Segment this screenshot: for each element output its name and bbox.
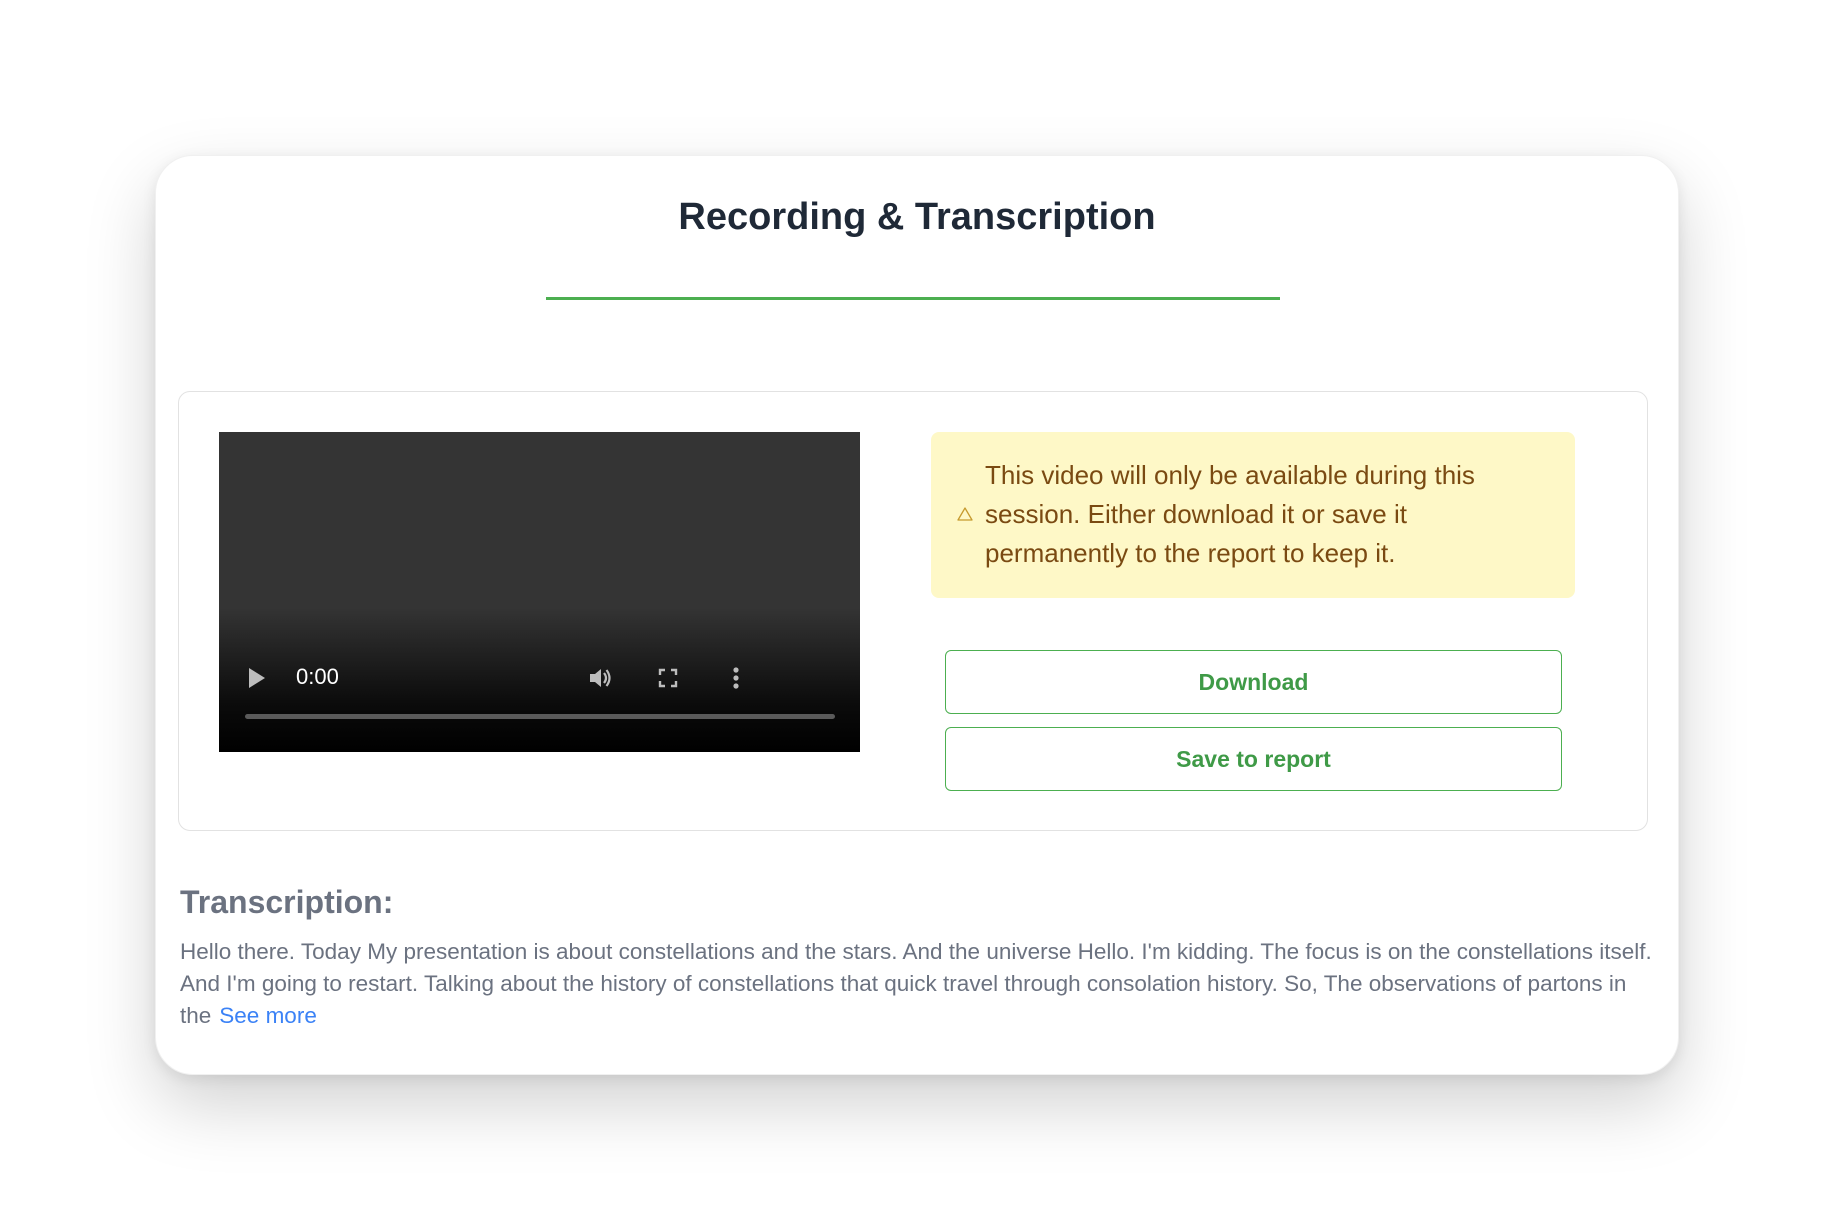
warning-icon — [957, 507, 973, 521]
notice-text: This video will only be available during… — [985, 460, 1475, 568]
video-time: 0:00 — [296, 664, 339, 689]
video-player[interactable]: 0:00 — [219, 432, 860, 752]
play-icon[interactable] — [249, 668, 265, 688]
recording-card: Recording & Transcription 0:00 This vide… — [155, 155, 1679, 1075]
page-title: Recording & Transcription — [678, 196, 1156, 238]
volume-icon[interactable] — [585, 663, 615, 693]
more-vertical-icon[interactable] — [721, 663, 751, 693]
transcription-text: Hello there. Today My presentation is ab… — [180, 936, 1660, 1032]
title-underline — [546, 297, 1280, 300]
transcription-heading: Transcription: — [180, 884, 394, 920]
media-panel: 0:00 This video will only be available d… — [178, 391, 1648, 831]
availability-notice: This video will only be available during… — [931, 432, 1575, 598]
video-progress-bar[interactable] — [245, 714, 835, 719]
see-more-link[interactable]: See more — [219, 1003, 317, 1028]
fullscreen-icon[interactable] — [653, 663, 683, 693]
download-button[interactable]: Download — [945, 650, 1562, 714]
transcription-body: Hello there. Today My presentation is ab… — [180, 939, 1652, 1028]
save-to-report-button[interactable]: Save to report — [945, 727, 1562, 791]
